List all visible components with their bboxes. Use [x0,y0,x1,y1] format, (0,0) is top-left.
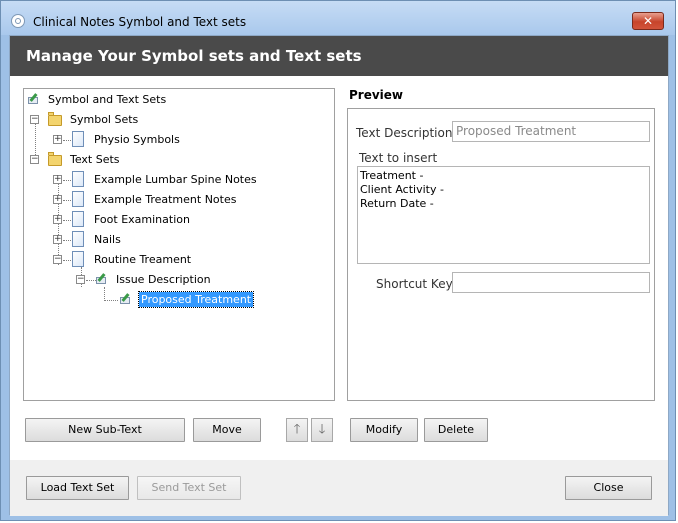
expand-toggle-icon[interactable]: + [53,195,62,204]
document-icon [72,251,84,267]
text-to-insert-label: Text to insert [359,151,438,165]
collapse-toggle-icon[interactable]: − [30,155,39,164]
tree-node-label: Example Lumbar Spine Notes [94,173,257,186]
document-icon [72,131,84,147]
sets-tree[interactable]: Symbol and Text Sets − Symbol Sets + Phy… [23,88,335,401]
send-text-set-button[interactable]: Send Text Set [137,476,241,500]
tree-node-text-sets[interactable]: − Text Sets [28,151,328,169]
tree-node-proposed-treatment[interactable]: Proposed Treatment [28,291,328,309]
text-line: Return Date - [360,197,434,210]
banner-title: Manage Your Symbol sets and Text sets [26,47,362,65]
document-icon [72,211,84,227]
close-button[interactable]: Close [565,476,652,500]
tree-node-label: Foot Examination [94,213,190,226]
tree-node-text-set[interactable]: + Foot Examination [28,211,328,229]
preview-panel: Preview Text Description Proposed Treatm… [347,88,655,401]
document-icon [72,191,84,207]
text-description-label: Text Description [356,126,453,140]
window-close-button[interactable]: ✕ [632,12,664,30]
expand-toggle-icon[interactable]: + [53,215,62,224]
tree-node-routine-treament[interactable]: − Routine Treament [28,251,328,269]
delete-button[interactable]: Delete [424,418,488,442]
app-logo-icon [11,14,25,28]
move-up-button[interactable]: 🡑 [286,418,308,442]
move-button[interactable]: Move [193,418,261,442]
tree-node-label: Issue Description [116,273,211,286]
tree-node-text-set[interactable]: + Nails [28,231,328,249]
edit-note-icon [28,93,40,105]
header-banner: Manage Your Symbol sets and Text sets [10,36,668,76]
arrow-down-icon: 🡓 [318,422,326,437]
load-text-set-button[interactable]: Load Text Set [26,476,129,500]
shortcut-key-label: Shortcut Key [376,277,453,291]
tree-node-label: Nails [94,233,121,246]
document-icon [72,231,84,247]
tree-node-label: Text Sets [70,153,120,166]
expand-toggle-icon[interactable]: + [53,235,62,244]
arrow-up-icon: 🡑 [293,422,301,437]
new-sub-text-button[interactable]: New Sub-Text [25,418,185,442]
edit-note-icon [120,293,132,305]
window-title: Clinical Notes Symbol and Text sets [33,15,247,29]
tree-node-label-selected: Proposed Treatment [137,291,255,308]
text-line: Client Activity - [360,183,444,196]
folder-icon [48,112,62,126]
move-down-button[interactable]: 🡓 [311,418,333,442]
expand-toggle-icon[interactable]: + [53,135,62,144]
tree-node-label: Symbol and Text Sets [48,93,167,106]
text-line: Treatment - [360,169,424,182]
tree-node-symbol-sets[interactable]: − Symbol Sets [28,111,328,129]
preview-box: Text Description Proposed Treatment Text… [347,108,655,401]
dialog-client: Manage Your Symbol sets and Text sets Sy… [9,35,669,516]
collapse-toggle-icon[interactable]: − [76,275,85,284]
tree-node-text-set[interactable]: + Example Treatment Notes [28,191,328,209]
collapse-toggle-icon[interactable]: − [30,115,39,124]
tree-node-label: Physio Symbols [94,133,180,146]
title-bar[interactable]: Clinical Notes Symbol and Text sets ✕ [1,1,675,35]
shortcut-key-field[interactable] [452,272,650,293]
document-icon [72,171,84,187]
preview-title: Preview [349,88,404,102]
dialog-window: Clinical Notes Symbol and Text sets ✕ Ma… [0,0,676,521]
tree-node-text-set[interactable]: + Example Lumbar Spine Notes [28,171,328,189]
folder-icon [48,152,62,166]
tree-node-label: Example Treatment Notes [94,193,237,206]
tree-node-issue-description[interactable]: − Issue Description [28,271,328,289]
text-description-field[interactable]: Proposed Treatment [452,121,650,142]
expand-toggle-icon[interactable]: + [53,175,62,184]
tree-node-root[interactable]: Symbol and Text Sets [28,91,328,109]
collapse-toggle-icon[interactable]: − [53,255,62,264]
modify-button[interactable]: Modify [350,418,418,442]
edit-note-icon [96,273,108,285]
dialog-footer: Load Text Set Send Text Set Close [10,460,668,516]
tree-node-physio-symbols[interactable]: + Physio Symbols [28,131,328,149]
tree-node-label: Routine Treament [94,253,192,266]
text-to-insert-field[interactable]: Treatment - Client Activity - Return Dat… [357,166,650,264]
tree-node-label: Symbol Sets [70,113,139,126]
